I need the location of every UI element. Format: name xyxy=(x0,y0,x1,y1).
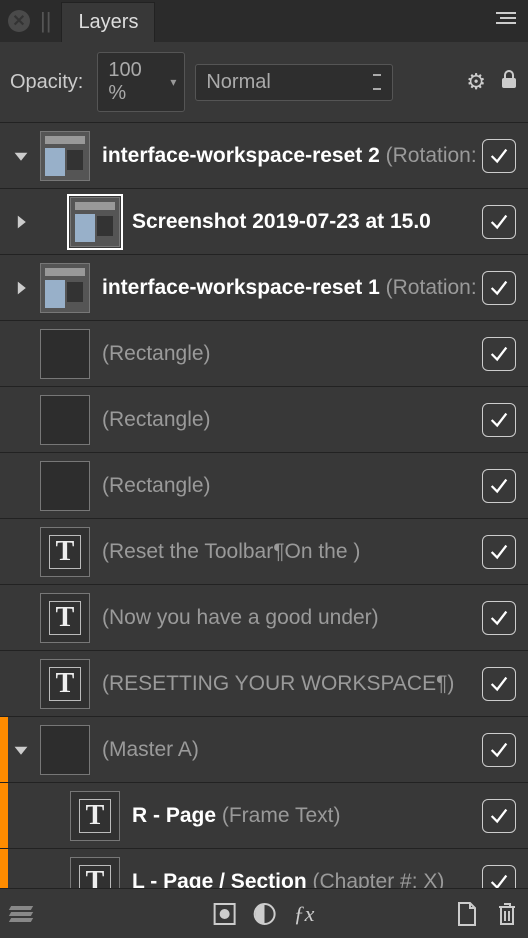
lock-icon[interactable] xyxy=(500,69,518,95)
layer-name: (Now you have a good under) xyxy=(102,606,482,630)
panel-header: ✕ || Layers xyxy=(0,0,528,42)
new-page-icon[interactable] xyxy=(456,901,478,927)
layer-row[interactable]: (Rectangle) xyxy=(0,321,528,387)
layer-row[interactable]: T(RESETTING YOUR WORKSPACE¶) xyxy=(0,651,528,717)
layer-name: (RESETTING YOUR WORKSPACE¶) xyxy=(102,672,482,696)
visibility-checkbox[interactable] xyxy=(482,667,516,701)
layer-name: Screenshot 2019-07-23 at 15.0 xyxy=(132,210,482,234)
mask-icon[interactable] xyxy=(214,903,236,925)
layers-list: interface-workspace-reset 2 (Rotation: 0… xyxy=(0,123,528,915)
gear-icon[interactable]: ⚙ xyxy=(466,69,486,95)
layer-row[interactable]: T(Reset the Toolbar¶On the ) xyxy=(0,519,528,585)
layer-name: interface-workspace-reset 1 (Rotation: 0… xyxy=(102,276,482,300)
layer-name: (Rectangle) xyxy=(102,408,482,432)
layer-row[interactable]: (Master A) xyxy=(0,717,528,783)
layer-row[interactable]: interface-workspace-reset 1 (Rotation: 0… xyxy=(0,255,528,321)
panel-menu-icon[interactable] xyxy=(496,12,516,24)
close-panel-icon[interactable]: ✕ xyxy=(8,10,30,32)
visibility-checkbox[interactable] xyxy=(482,799,516,833)
layer-name: R - Page (Frame Text) xyxy=(132,804,482,828)
layer-name: (Rectangle) xyxy=(102,474,482,498)
layer-row[interactable]: Screenshot 2019-07-23 at 15.0 xyxy=(0,189,528,255)
layer-row[interactable]: (Rectangle) xyxy=(0,387,528,453)
opacity-label: Opacity: xyxy=(10,71,83,94)
layer-row[interactable]: (Rectangle) xyxy=(0,453,528,519)
visibility-checkbox[interactable] xyxy=(482,469,516,503)
layer-row[interactable]: T(Now you have a good under) xyxy=(0,585,528,651)
disclosure-triangle-icon[interactable] xyxy=(8,737,34,763)
opacity-select[interactable]: 100 % xyxy=(97,52,185,112)
layer-row[interactable]: interface-workspace-reset 2 (Rotation: 0… xyxy=(0,123,528,189)
fx-icon[interactable]: ƒx xyxy=(294,901,315,927)
layer-row[interactable]: TR - Page (Frame Text) xyxy=(0,783,528,849)
layers-toolbar: Opacity: 100 % Normal ⚙ xyxy=(0,42,528,123)
visibility-checkbox[interactable] xyxy=(482,139,516,173)
panel-footer: ƒx xyxy=(0,888,528,938)
tab-layers[interactable]: Layers xyxy=(61,2,155,42)
divider: || xyxy=(40,8,51,34)
blend-mode-select[interactable]: Normal xyxy=(195,64,393,101)
visibility-checkbox[interactable] xyxy=(482,535,516,569)
visibility-checkbox[interactable] xyxy=(482,271,516,305)
visibility-checkbox[interactable] xyxy=(482,601,516,635)
disclosure-triangle-icon[interactable] xyxy=(8,275,34,301)
visibility-checkbox[interactable] xyxy=(482,205,516,239)
layer-name: interface-workspace-reset 2 (Rotation: 0… xyxy=(102,144,482,168)
disclosure-triangle-icon[interactable] xyxy=(8,143,34,169)
trash-icon[interactable] xyxy=(496,901,518,927)
disclosure-triangle-icon[interactable] xyxy=(8,209,34,235)
layer-name: (Reset the Toolbar¶On the ) xyxy=(102,540,482,564)
layers-stack-icon[interactable] xyxy=(10,906,32,922)
layer-name: (Master A) xyxy=(102,738,482,762)
layer-name: (Rectangle) xyxy=(102,342,482,366)
visibility-checkbox[interactable] xyxy=(482,733,516,767)
visibility-checkbox[interactable] xyxy=(482,403,516,437)
visibility-checkbox[interactable] xyxy=(482,337,516,371)
adjustment-icon[interactable] xyxy=(254,903,276,925)
